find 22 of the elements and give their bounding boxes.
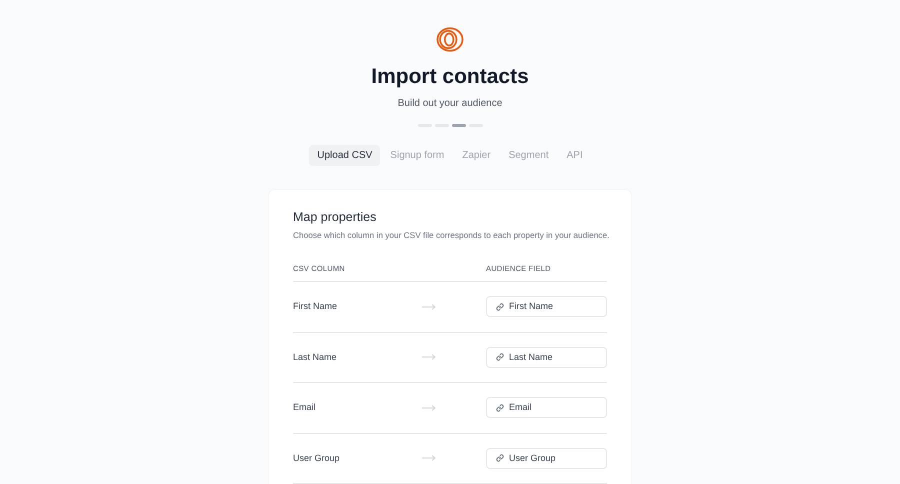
page-subtitle: Build out your audience (398, 97, 502, 111)
logo-icon (434, 27, 466, 52)
csv-column-name: First Name (293, 300, 338, 313)
card-description: Choose which column in your CSV file corresponds to each property in your audience. (293, 229, 607, 241)
card-title: Map properties (293, 209, 378, 225)
arrow-right-icon (422, 354, 436, 360)
audience-field-select[interactable]: User Group (486, 448, 607, 469)
link-icon (496, 454, 504, 462)
csv-column-name: Email (293, 401, 317, 414)
audience-field-select[interactable]: First Name (486, 296, 607, 318)
tab[interactable]: Upload CSV (309, 145, 380, 166)
audience-field-select[interactable]: Last Name (486, 346, 607, 368)
audience-field-select[interactable]: Email (486, 397, 607, 418)
page-title: Import contacts (371, 64, 529, 90)
link-icon (496, 404, 504, 412)
arrow-right-icon (422, 455, 436, 462)
link-icon (496, 302, 504, 311)
arrow-right-icon (422, 404, 436, 411)
link-icon (496, 353, 504, 362)
csv-column-name: Last Name (293, 350, 338, 364)
arrow-right-icon (422, 304, 436, 310)
csv-column-name: User Group (293, 452, 341, 465)
